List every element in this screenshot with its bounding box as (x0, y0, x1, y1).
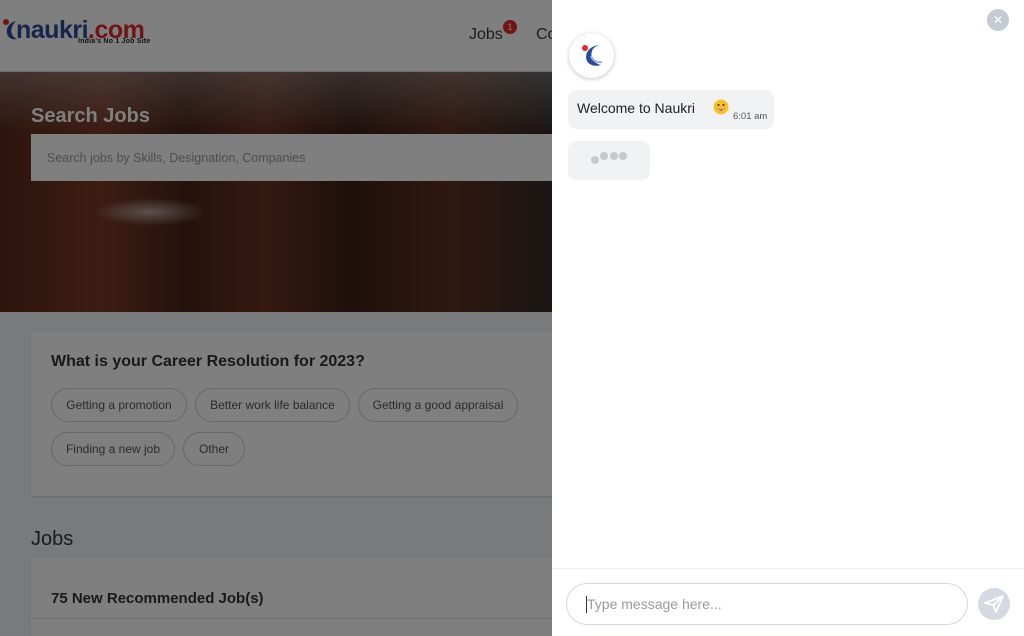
typing-dot (600, 152, 608, 160)
text-caret (586, 596, 587, 613)
typing-dot (610, 152, 618, 160)
chat-footer (552, 568, 1024, 636)
naukri-bot-icon (582, 45, 603, 66)
typing-dot (591, 156, 599, 164)
chatbot-panel: ✕ Welcome to Naukri 6:01 am (552, 0, 1024, 636)
close-chat-button[interactable]: ✕ (987, 9, 1009, 31)
typing-indicator (568, 141, 650, 180)
grinning-face-emoji-icon (713, 99, 729, 115)
bot-message-bubble: Welcome to Naukri 6:01 am (568, 90, 774, 129)
chat-message-input[interactable] (566, 583, 968, 625)
bot-message-text: Welcome to Naukri (577, 100, 696, 116)
message-timestamp: 6:01 am (733, 111, 768, 122)
close-icon: ✕ (992, 13, 1004, 27)
send-message-button[interactable] (978, 588, 1010, 620)
typing-dot (619, 152, 627, 160)
send-icon (984, 595, 1004, 613)
bot-avatar (569, 33, 614, 78)
